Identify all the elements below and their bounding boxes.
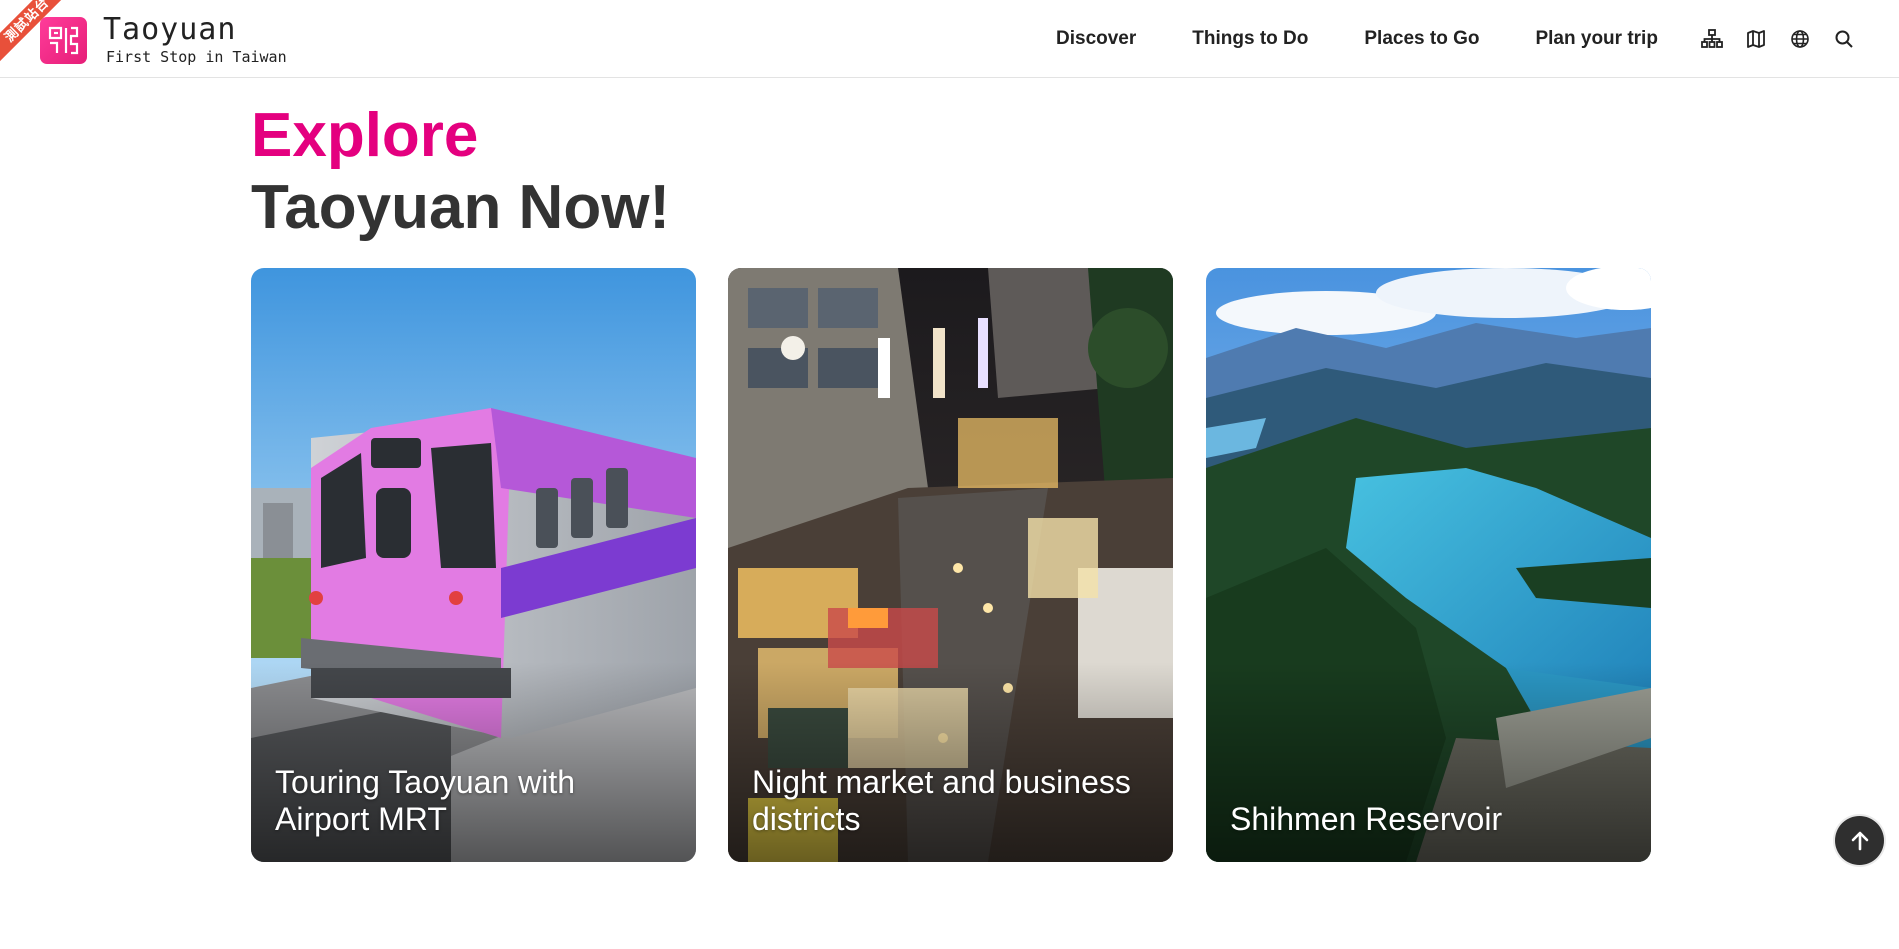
card-shihmen-reservoir[interactable]: Shihmen Reservoir	[1206, 268, 1651, 862]
explore-subheading: Taoyuan Now!	[251, 173, 671, 242]
main-nav: Discover Things to Do Places to Go Plan …	[1056, 28, 1714, 50]
globe-icon[interactable]	[1788, 27, 1812, 51]
sitemap-icon[interactable]	[1700, 27, 1724, 51]
map-icon[interactable]	[1744, 27, 1768, 51]
card-title: Shihmen Reservoir	[1230, 801, 1503, 837]
brand-title[interactable]: Taoyuan	[103, 12, 236, 47]
brand-tagline: First Stop in Taiwan	[106, 48, 287, 66]
logo-icon[interactable]	[40, 17, 87, 64]
nav-places-to-go[interactable]: Places to Go	[1364, 28, 1479, 50]
card-airport-mrt[interactable]: Touring Taoyuan with Airport MRT	[251, 268, 696, 862]
arrow-up-icon	[1851, 831, 1868, 850]
back-to-top-button[interactable]	[1835, 816, 1884, 865]
search-icon[interactable]	[1832, 27, 1856, 51]
card-title: Night market and business districts	[752, 764, 1131, 837]
site-header: 測試站台 Taoyuan First Stop in Taiwan Discov…	[0, 0, 1899, 78]
nav-discover[interactable]: Discover	[1056, 28, 1136, 50]
explore-heading: Explore	[251, 101, 479, 170]
card-night-market[interactable]: Night market and business districts	[728, 268, 1173, 862]
nav-things-to-do[interactable]: Things to Do	[1192, 28, 1308, 50]
card-title: Touring Taoyuan with Airport MRT	[275, 764, 576, 837]
header-tools	[1700, 27, 1876, 51]
nav-plan-your-trip[interactable]: Plan your trip	[1535, 28, 1657, 50]
